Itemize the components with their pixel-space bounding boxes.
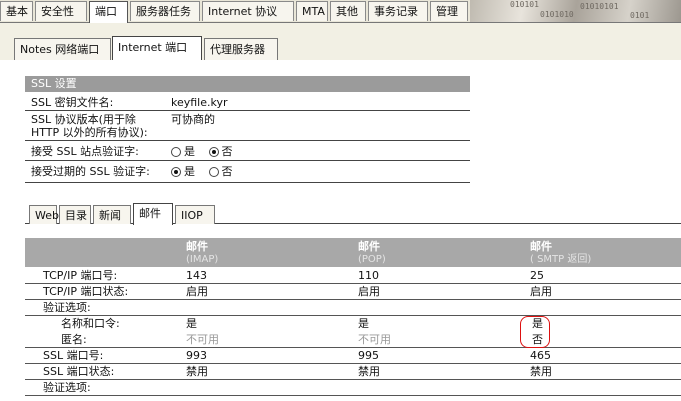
table-row: TCP/IP 端口号: 143 110 25	[25, 268, 681, 284]
cell-imap: 不可用	[186, 333, 219, 346]
row-label: SSL 端口号:	[43, 349, 104, 362]
accept-expired-ssl-label: 接受过期的 SSL 验证字:	[31, 165, 150, 178]
cell-smtp[interactable]: 25	[530, 269, 544, 283]
tab-security[interactable]: 安全性	[35, 1, 87, 21]
ssl-protocol-label-line1: SSL 协议版本(用于除	[31, 113, 136, 126]
column-header-imap: 邮件 (IMAP)	[186, 240, 219, 265]
tab-iiop[interactable]: IIOP	[175, 205, 215, 224]
ssl-key-file-label: SSL 密钥文件名:	[31, 96, 114, 109]
column-header-smtp: 邮件 ( SMTP 返回)	[530, 240, 592, 265]
ssl-key-file-field[interactable]: keyfile.kyr	[171, 96, 228, 109]
tab-notes-network-ports[interactable]: Notes 网络端口	[14, 38, 111, 60]
cell-pop[interactable]: 995	[358, 349, 379, 363]
ssl-protocol-row: SSL 协议版本(用于除 HTTP 以外的所有协议): 可协商的	[25, 111, 470, 141]
accept-ssl-site-row: 接受 SSL 站点验证字: 是 否	[25, 141, 470, 161]
radio-unselected-icon	[171, 147, 181, 157]
accept-expired-ssl-row: 接受过期的 SSL 验证字: 是 否	[25, 161, 470, 183]
tab-basic[interactable]: 基本	[0, 1, 33, 21]
banner-image: 010101 01010101 0101010 0101	[470, 0, 681, 22]
tab-ports[interactable]: 端口	[89, 1, 128, 23]
cell-imap[interactable]: 启用	[186, 285, 208, 299]
column-header-pop: 邮件 (POP)	[358, 240, 386, 265]
cell-pop[interactable]: 启用	[358, 285, 380, 299]
radio-selected-icon	[208, 147, 219, 157]
row-label: TCP/IP 端口号:	[43, 269, 118, 282]
row-label: 名称和口令:	[61, 317, 120, 330]
tab-internet-protocols[interactable]: Internet 协议	[202, 1, 294, 21]
ssl-protocol-field[interactable]: 可协商的	[171, 113, 215, 126]
row-label: 匿名:	[61, 333, 87, 346]
tab-news[interactable]: 新闻	[93, 205, 131, 224]
accept-ssl-site-yes[interactable]: 是	[171, 145, 195, 158]
tab-transaction-log[interactable]: 事务记录	[368, 1, 428, 21]
mail-ports-table-header: 邮件 (IMAP) 邮件 (POP) 邮件 ( SMTP 返回)	[25, 238, 681, 267]
tab-web[interactable]: Web	[29, 205, 59, 224]
table-row: 匿名: 不可用 不可用 否	[25, 332, 681, 348]
cell-smtp[interactable]: 465	[530, 349, 551, 363]
radio-unselected-icon	[208, 167, 219, 177]
tab-server-tasks[interactable]: 服务器任务	[130, 1, 200, 21]
tab-misc[interactable]: 其他	[330, 1, 366, 21]
table-row: SSL 端口状态: 禁用 禁用 禁用	[25, 364, 681, 380]
tab-proxy-server[interactable]: 代理服务器	[204, 38, 278, 60]
cell-pop[interactable]: 110	[358, 269, 379, 283]
ssl-settings-header: SSL 设置	[25, 76, 470, 92]
accept-expired-ssl-options: 是 否	[171, 165, 243, 178]
cell-imap[interactable]: 993	[186, 349, 207, 363]
protocol-tab-bar: Web 目录 新闻 邮件 IIOP	[25, 201, 681, 225]
row-label: 验证选项:	[43, 301, 91, 314]
cell-imap[interactable]: 是	[186, 317, 197, 331]
tab-mta[interactable]: MTA	[296, 1, 328, 21]
tab-admin[interactable]: 管理	[430, 1, 468, 21]
radio-selected-icon	[171, 167, 181, 177]
cell-smtp[interactable]: 禁用	[530, 365, 552, 379]
tab-internet-ports[interactable]: Internet 端口	[112, 36, 202, 61]
cell-smtp[interactable]: 启用	[530, 285, 552, 299]
accept-ssl-site-no[interactable]: 否	[208, 145, 233, 158]
top-tab-bar: 基本 安全性 端口 服务器任务 Internet 协议 MTA 其他 事务记录 …	[0, 0, 681, 23]
tab-mail[interactable]: 邮件	[133, 203, 173, 225]
ssl-protocol-label-line2: HTTP 以外的所有协议):	[31, 126, 148, 139]
ssl-key-file-row: SSL 密钥文件名: keyfile.kyr	[25, 93, 470, 111]
tab-directory[interactable]: 目录	[59, 205, 91, 224]
accept-ssl-site-label: 接受 SSL 站点验证字:	[31, 145, 139, 158]
table-row: TCP/IP 端口状态: 启用 启用 启用	[25, 284, 681, 300]
accept-ssl-site-options: 是 否	[171, 145, 243, 158]
table-row: 验证选项:	[25, 380, 681, 396]
accept-expired-ssl-no[interactable]: 否	[208, 165, 233, 178]
ports-sub-tab-bar: Notes 网络端口 Internet 端口 代理服务器	[0, 34, 681, 61]
table-row: 验证选项:	[25, 300, 681, 316]
cell-pop[interactable]: 禁用	[358, 365, 380, 379]
cell-imap[interactable]: 禁用	[186, 365, 208, 379]
row-label: TCP/IP 端口状态:	[43, 285, 129, 298]
row-label: SSL 端口状态:	[43, 365, 115, 378]
cell-pop: 不可用	[358, 333, 391, 346]
annotation-highlight-ring	[520, 316, 550, 348]
row-label: 验证选项:	[43, 381, 91, 394]
cell-pop[interactable]: 是	[358, 317, 369, 331]
accept-expired-ssl-yes[interactable]: 是	[171, 165, 195, 178]
table-row: 名称和口令: 是 是 是	[25, 316, 681, 332]
table-row: SSL 端口号: 993 995 465	[25, 348, 681, 364]
cell-imap[interactable]: 143	[186, 269, 207, 283]
